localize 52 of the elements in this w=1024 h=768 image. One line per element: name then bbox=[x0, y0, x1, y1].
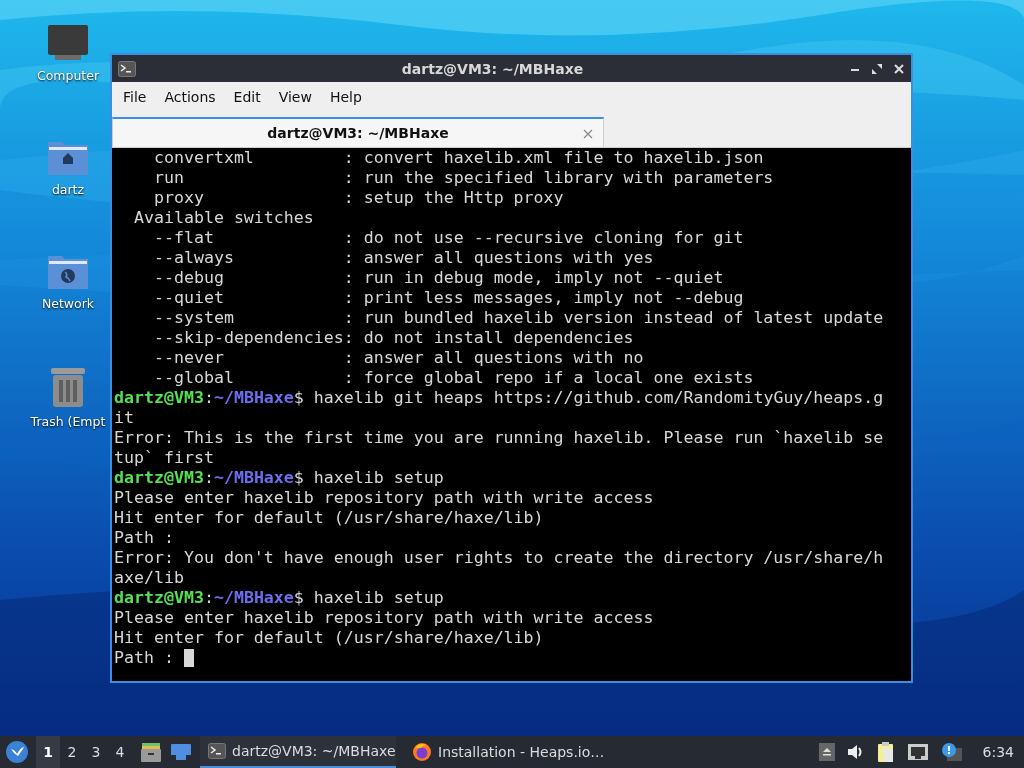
terminal-icon bbox=[118, 60, 136, 77]
terminal-line: --quiet : print less messages, imply not --debug bbox=[152, 288, 744, 308]
terminal-line: Path : bbox=[114, 528, 174, 548]
terminal-line: it bbox=[114, 408, 134, 428]
browser-icon bbox=[412, 742, 432, 762]
workspace-button[interactable]: 2 bbox=[60, 736, 84, 768]
terminal-line: Path : bbox=[114, 648, 174, 668]
terminal-line: run : run the specified library with parameters bbox=[152, 168, 774, 188]
terminal-line: --never : answer all questions with no bbox=[152, 348, 644, 368]
desktop-icon-label[interactable]: Trash (Empt bbox=[30, 414, 106, 429]
menu-item[interactable]: Actions bbox=[155, 85, 225, 109]
terminal-line: --system : run bundled haxelib version instead of latest update bbox=[152, 308, 884, 328]
terminal-line: dartz@VM3:~/MBHaxe$ haxelib setup bbox=[114, 588, 444, 608]
terminal-line: dartz@VM3:~/MBHaxe$ haxelib git heaps https://github.com/RandomityGuy/heaps.g bbox=[114, 388, 884, 408]
terminal-line: axe/lib bbox=[114, 568, 184, 588]
network-icon[interactable] bbox=[906, 743, 929, 761]
terminal-line: --always : answer all questions with yes bbox=[152, 248, 654, 268]
terminal-line: --flat : do not use --recursive cloning for git bbox=[152, 228, 744, 248]
terminal-line: --global : force global repo if a local one exists bbox=[152, 368, 754, 388]
workspace-button[interactable]: 1 bbox=[36, 736, 60, 768]
menu-item[interactable]: View bbox=[269, 85, 321, 109]
notification-icon[interactable] bbox=[940, 742, 963, 762]
terminal-line: convertxml : convert haxelib.xml file to haxelib.json bbox=[152, 148, 764, 168]
terminal-line: proxy : setup the Http proxy bbox=[152, 188, 564, 208]
menu-item[interactable]: Help bbox=[320, 85, 371, 109]
terminal-icon bbox=[208, 743, 226, 759]
window-title: dartz@VM3: ~/MBHaxe bbox=[400, 60, 585, 77]
menu-item[interactable]: File bbox=[114, 85, 156, 109]
terminal-line: Hit enter for default (/usr/share/haxe/lib) bbox=[114, 628, 544, 648]
desktop-icon-label[interactable]: Network bbox=[41, 296, 95, 311]
terminal-tab[interactable]: dartz@VM3: ~/MBHaxe bbox=[112, 117, 604, 147]
terminal-line: Please enter haxelib repository path with write access bbox=[114, 608, 654, 628]
terminal-line: tup` first bbox=[114, 448, 214, 468]
taskbar-window-button[interactable]: dartz@VM3: ~/MBHaxe bbox=[200, 736, 396, 768]
terminal-line: Available switches bbox=[132, 208, 314, 228]
menu-item[interactable]: Edit bbox=[224, 85, 270, 109]
file-cabinet-icon[interactable] bbox=[140, 741, 162, 763]
terminal-line: dartz@VM3:~/MBHaxe$ haxelib setup bbox=[114, 468, 444, 488]
terminal-line: --skip-dependencies: do not install dependencies bbox=[152, 328, 634, 348]
eject-icon[interactable] bbox=[818, 743, 835, 761]
terminal-line: Error: You don't have enough user rights to create the directory /usr/share/h bbox=[114, 548, 884, 568]
clipboard-icon[interactable] bbox=[876, 741, 895, 763]
terminal-line: Hit enter for default (/usr/share/haxe/lib) bbox=[114, 508, 544, 528]
terminal-line: Please enter haxelib repository path with write access bbox=[114, 488, 654, 508]
terminal-line: --debug : run in debug mode, imply not --quiet bbox=[152, 268, 724, 288]
maximize-icon[interactable] bbox=[871, 62, 883, 75]
workspace-button[interactable]: 3 bbox=[84, 736, 108, 768]
desktop-icon[interactable] bbox=[170, 743, 192, 761]
clock[interactable]: 6:34 bbox=[982, 744, 1014, 760]
workspace-button[interactable]: 4 bbox=[108, 736, 132, 768]
terminal-line: Error: This is the first time you are running haxelib. Please run `haxelib se bbox=[114, 428, 884, 448]
monitor-icon[interactable] bbox=[47, 24, 89, 62]
